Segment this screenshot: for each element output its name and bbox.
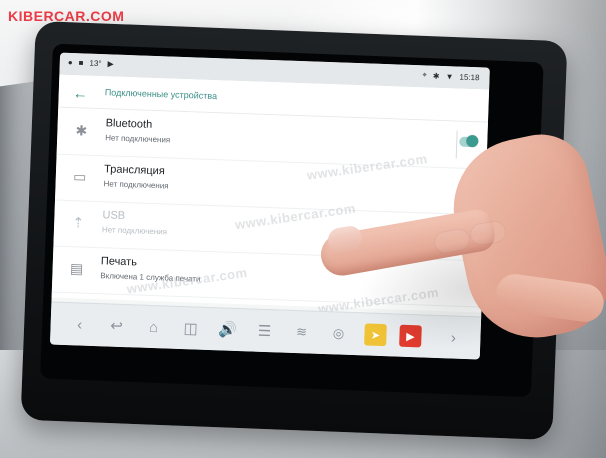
list-item-subtitle: Нет подключения	[103, 179, 169, 191]
status-left-group: ● ■ 13° ▶	[68, 58, 114, 69]
location-icon: ⌖	[422, 70, 428, 80]
volume-icon[interactable]: 🔊	[216, 318, 239, 341]
status-right-group: ⌖ ✱ ▼ 15:18	[422, 70, 479, 82]
list-item-subtitle: Нет подключения	[101, 225, 168, 237]
back-icon[interactable]: ↩	[105, 314, 128, 337]
home-icon[interactable]: ⌂	[142, 316, 165, 339]
wifi-icon[interactable]: ≋	[290, 321, 313, 344]
menu-icon[interactable]: ☰	[253, 320, 276, 343]
list-item-title: USB	[102, 209, 126, 223]
wifi-status-icon: ▼	[445, 71, 454, 81]
shield-icon: ●	[67, 57, 73, 68]
photo-scene: KIBERCAR.COM ● ■ 13° ▶ ⌖ ✱ ▼ 15:18 ← Под…	[0, 0, 606, 458]
recent-apps-icon[interactable]: ◫	[179, 317, 202, 340]
back-arrow-icon[interactable]: ←	[72, 85, 88, 103]
list-item-title: Печать	[100, 255, 138, 269]
page-title: Подключенные устройства	[104, 87, 218, 102]
cast-icon: ▭	[72, 168, 87, 185]
list-item-subtitle: Нет подключения	[105, 133, 171, 145]
photo-icon: ■	[78, 58, 84, 68]
usb-icon: ⇡	[72, 214, 85, 231]
hand-photo-overlay	[317, 125, 606, 365]
list-item-title: Трансляция	[103, 163, 165, 178]
list-item-title: Bluetooth	[105, 117, 153, 131]
media-icon: ▶	[107, 59, 114, 69]
temperature-text: 13°	[89, 58, 102, 69]
printer-icon: ▤	[69, 260, 84, 277]
bluetooth-status-icon: ✱	[432, 71, 440, 81]
chevron-left-icon[interactable]: ‹	[68, 313, 91, 336]
clock-text: 15:18	[459, 72, 480, 82]
bluetooth-icon: ✱	[75, 122, 88, 139]
